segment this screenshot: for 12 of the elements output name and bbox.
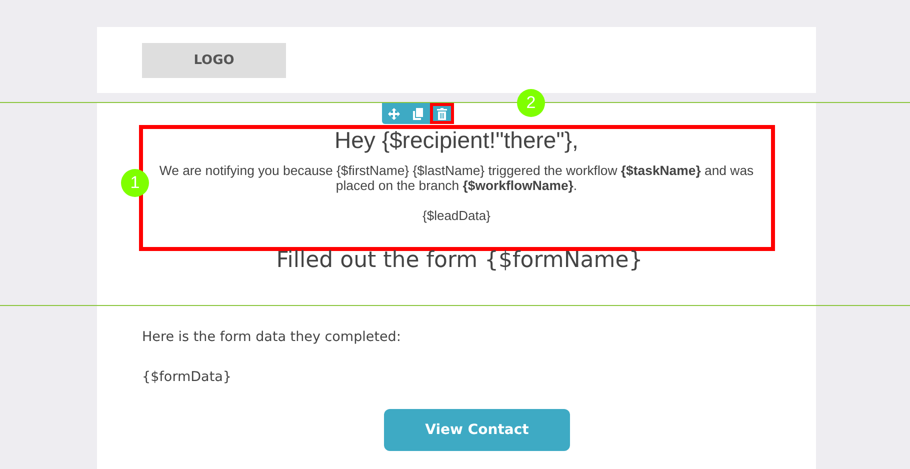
move-icon bbox=[388, 108, 400, 120]
delete-button[interactable] bbox=[430, 103, 454, 124]
intro-text: Here is the form data they completed: bbox=[142, 329, 402, 345]
view-contact-button[interactable]: View Contact bbox=[384, 409, 570, 451]
notification-paragraph: We are notifying you because {$firstName} {$lastName} triggered the workflow {$taskName} and was placed on the branch {$workflowName}. bbox=[158, 163, 755, 193]
form-title: Filled out the form {$formName} bbox=[276, 248, 643, 273]
copy-icon bbox=[413, 108, 423, 120]
logo: LOGO bbox=[142, 42, 286, 78]
lead-data-text: {$leadData} bbox=[422, 208, 490, 223]
trash-icon bbox=[437, 108, 447, 120]
form-data-text: {$formData} bbox=[142, 369, 232, 385]
greeting-heading: Hey {$recipient!"there"}, bbox=[334, 127, 578, 154]
